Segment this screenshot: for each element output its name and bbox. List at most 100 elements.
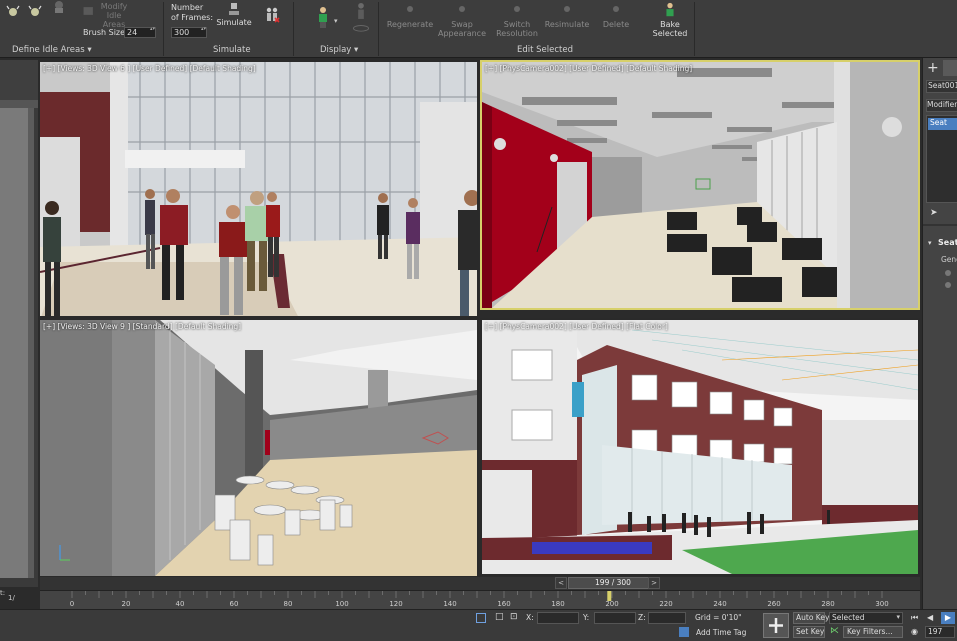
modifier-stack-item[interactable]: Seat [928,118,957,130]
object-name-value: Seat001 [928,81,957,90]
group-display[interactable]: Display ▾ [320,45,358,55]
simulate-button[interactable]: Simulate [214,2,254,27]
add-time-tag-icon[interactable] [679,627,689,637]
viewport-top-left[interactable]: [+] [Views: 3D View 6 ] [User Defined] [… [38,60,479,318]
add-time-tag[interactable]: Add Time Tag [696,628,746,637]
swap-appearance-button[interactable]: Swap Appearance [437,4,487,38]
set-key-label: Set Key [796,627,825,636]
status-bar: □ ⊡ X: Y: Z: Grid = 0'10" Add Time Tag A… [0,609,957,641]
auto-key-button[interactable]: Auto Key [793,612,829,624]
mini-curve-toggle[interactable]: 1/ [8,594,15,602]
time-slider-thumb[interactable]: 199 / 300 [568,577,658,589]
key-filter-icon[interactable]: ⋉ [830,626,839,636]
modify-tab-icon[interactable] [943,60,957,76]
current-frame-field[interactable]: 197 [925,626,955,638]
track-tick-label: 260 [767,600,780,608]
viewport-label[interactable]: [+] [Views: 3D View 9 ] [Standard] [Defa… [43,322,241,331]
play-icon[interactable]: ▶ [941,612,955,624]
track-tick-label: 20 [122,600,131,608]
rollout-toggle-icon[interactable]: ▾ [928,239,932,247]
create-icon[interactable]: + [927,60,939,76]
prev-frame-button[interactable]: < [555,577,567,589]
chevron-down-icon: ▾ [896,613,900,621]
person-outline-icon [353,2,369,32]
rollout-title[interactable]: Seat [938,238,957,247]
ribbon-separator [378,2,379,56]
viewport-label[interactable]: [+] [PhysCamera002] [User Defined] [Defa… [485,64,692,73]
selection-lock-icon[interactable] [476,613,486,623]
swap-icon [459,6,465,12]
idle-area-tool-2[interactable] [24,4,46,20]
radio-option-1[interactable] [945,270,951,276]
viewport-render-lounge [482,62,918,308]
scene-explorer-list[interactable] [0,108,34,578]
z-coordinate-field[interactable] [648,612,686,624]
switch-icon [514,6,520,12]
number-of-frames-label: Number of Frames: [171,3,214,22]
selected-value: Selected [832,613,865,622]
x-coordinate-field[interactable] [537,612,579,624]
delete-label: Delete [602,20,630,29]
viewport-label[interactable]: [+] [Views: 3D View 6 ] [User Defined] [… [43,64,256,73]
clear-simulation-button[interactable] [258,6,286,26]
time-slider[interactable]: < 199 / 300 > [40,577,920,590]
brush-size-input[interactable]: 24 [124,27,156,38]
key-filters-button[interactable]: Key Filters... [843,626,903,638]
track-tick-label: 0 [70,600,74,608]
selected-dropdown[interactable]: Selected ▾ [829,612,903,624]
radio-option-2[interactable] [945,282,951,288]
switch-resolution-button[interactable]: Switch Resolution [491,4,543,38]
key-mode-button[interactable] [763,613,789,638]
brush-size-label: Brush Size: [83,28,128,37]
group-edit-selected: Edit Selected [517,45,574,55]
delete-button[interactable]: Delete [598,4,634,29]
idle-area-tool-1[interactable] [2,4,24,20]
time-config-icon[interactable]: ◉ [911,627,918,636]
viewport-bottom-right[interactable]: [+] [PhysCamera002] [User Defined] [Flat… [480,318,920,576]
object-name-field[interactable]: Seat001 [926,80,957,93]
display-ghost-button[interactable] [348,2,374,36]
viewport-render-interior [40,320,477,576]
track-bar[interactable]: 0 20 40 60 80 100 120 140 160 180 200 220 240 260 280 3… [40,590,920,609]
current-frame-marker[interactable] [607,591,612,601]
regenerate-icon [407,6,413,12]
modify-idle-areas-button[interactable]: Modify Idle Areas [82,2,132,29]
go-to-start-icon[interactable]: ⏮ [911,613,918,623]
viewport-render-exterior [482,320,918,574]
number-of-frames-value: 300 [174,28,190,37]
viewport-top-right[interactable]: [+] [PhysCamera002] [User Defined] [Defa… [480,60,920,310]
ribbon-separator [293,2,294,56]
list-scrollbar[interactable] [28,108,34,578]
simulate-label: Simulate [216,18,252,27]
set-key-button[interactable]: Set Key [793,626,825,638]
lock-icon[interactable]: □ [495,612,504,622]
person-bake-icon [666,2,674,17]
resimulate-button[interactable]: Resimulate [544,4,590,29]
y-coordinate-field[interactable] [594,612,636,624]
grid-readout: Grid = 0'10" [695,613,742,622]
idle-area-tool-3[interactable] [48,0,70,16]
key-plus-icon [769,618,783,633]
modify-icon [83,7,93,15]
bake-selected-button[interactable]: Bake Selected [648,2,692,38]
group-define-idle-areas[interactable]: Define Idle Areas ▾ [12,45,92,55]
viewport-label[interactable]: [+] [PhysCamera002] [User Defined] [Flat… [485,322,668,331]
track-tick-label: 280 [821,600,834,608]
viewport-bottom-left[interactable]: [+] [Views: 3D View 9 ] [Standard] [Defa… [38,318,479,578]
key-filters-label: Key Filters... [847,627,893,636]
resimulate-label: Resimulate [544,20,590,29]
regenerate-button[interactable]: Regenerate [385,4,435,29]
display-dropdown-icon[interactable]: ▾ [334,17,338,25]
sparkle-icon [28,5,42,16]
next-frame-button[interactable]: > [648,577,660,589]
absolute-mode-icon[interactable]: ⊡ [510,612,518,622]
simulate-icon [229,3,239,15]
previous-frame-icon[interactable]: ◀ [927,613,933,622]
number-of-frames-input[interactable]: 300 [171,27,207,38]
modifier-list-dropdown[interactable]: Modifier L [926,99,957,112]
rollout-divider [923,224,957,226]
track-tick-label: 180 [551,600,564,608]
track-tick-label: 40 [176,600,185,608]
pin-stack-icon[interactable]: ➤ [930,208,938,218]
modifier-stack[interactable]: Seat [926,115,957,203]
